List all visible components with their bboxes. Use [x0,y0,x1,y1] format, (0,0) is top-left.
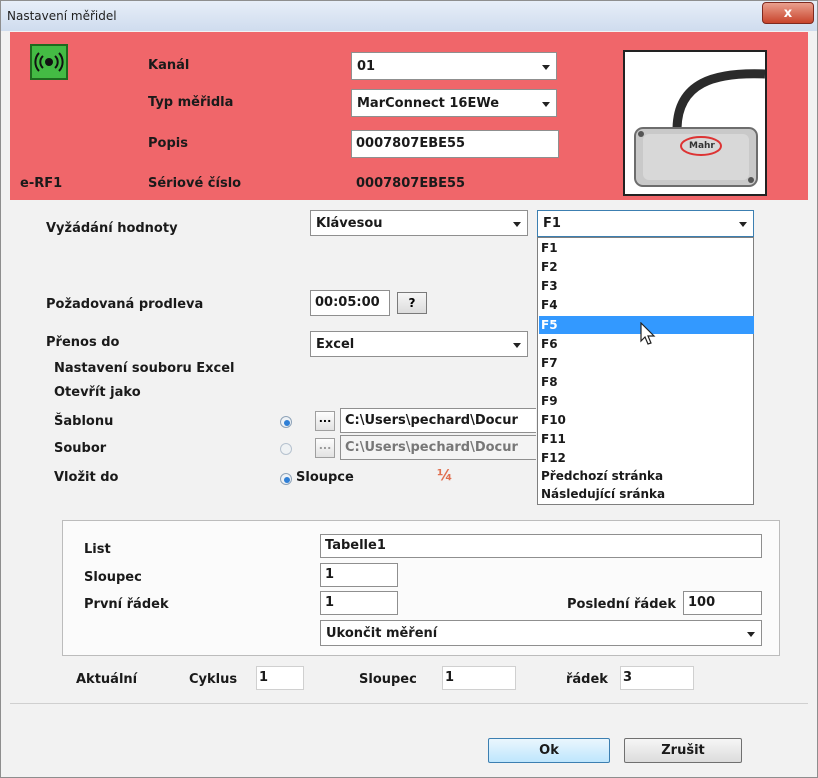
chevron-down-icon [513,343,521,348]
cycle-label: Cyklus [189,672,238,687]
image-brand-label: Mahr [689,141,715,151]
wireless-signal-icon [30,44,68,80]
sheet-value: Tabelle1 [325,538,386,553]
key-dropdown-list[interactable]: F1 F2 F3 F4 F5 F6 F7 F8 F9 F10 F11 F12 P… [537,237,754,505]
gauge-device-image [634,69,766,187]
insert-label: Vložit do [54,470,119,485]
current-label: Aktuální [76,672,138,687]
dropdown-option[interactable]: F2 [539,258,754,276]
sheet-input[interactable]: Tabelle1 [320,534,762,558]
current-column-input[interactable]: 1 [442,666,516,690]
request-key-select[interactable]: F1 [537,210,754,237]
request-mode-value: Klávesou [316,216,383,231]
device-code: e-RF1 [20,176,63,191]
mouse-cursor-icon [640,322,656,345]
dropdown-option[interactable]: F9 [539,392,754,410]
excel-section-title: Nastavení souboru Excel [54,361,235,376]
cancel-button[interactable]: Zrušit [624,738,742,763]
request-mode-select[interactable]: Klávesou [310,210,528,236]
open-as-label: Otevřít jako [54,385,141,400]
channel-value: 01 [357,59,376,74]
serial-label: Sériové číslo [148,176,242,191]
sheet-label: List [84,542,111,557]
file-path: C:\Users\pechard\Docur [345,440,518,455]
insert-columns-radio[interactable] [280,473,292,485]
first-row-label: První řádek [84,597,169,612]
gauge-picture: Mahr [623,50,767,196]
chevron-down-icon [747,632,755,637]
gauge-type-value: MarConnect 16EWe [357,96,500,111]
current-row-label: řádek [566,672,608,687]
request-label: Vyžádání hodnoty [46,221,178,236]
current-row-input[interactable]: 3 [620,666,694,690]
end-action-select[interactable]: Ukončit měření [320,620,762,646]
chevron-down-icon [513,222,521,227]
current-row-value: 3 [623,670,633,685]
divider [10,703,808,704]
gauge-type-select[interactable]: MarConnect 16EWe [351,89,557,117]
file-browse-button[interactable]: ... [315,438,335,458]
template-label: Šablonu [54,414,114,429]
file-path-input[interactable]: C:\Users\pechard\Docur [340,435,536,460]
description-input[interactable]: 0007807EBE55 [351,130,559,158]
serial-value: 0007807EBE55 [356,176,466,191]
current-column-label: Sloupec [359,672,417,687]
last-row-input[interactable]: 100 [683,591,762,615]
first-row-value: 1 [325,595,335,610]
chevron-down-icon [739,222,747,227]
delay-value: 00:05:00 [315,295,380,310]
column-label: Sloupec [84,570,142,585]
last-row-label: Poslední řádek [567,597,676,612]
channel-select[interactable]: 01 [351,52,557,80]
window-title: Nastavení měřidel [7,9,117,23]
file-label: Soubor [54,441,107,456]
first-row-input[interactable]: 1 [320,591,398,615]
close-button[interactable]: x [762,2,814,24]
dropdown-option[interactable]: F8 [539,373,754,391]
chevron-down-icon [542,102,550,107]
gauge-type-label: Typ měřidla [148,95,234,110]
dropdown-option[interactable]: Následující sránka [539,485,754,503]
channel-label: Kanál [148,58,190,73]
dropdown-option[interactable]: Předchozí stránka [539,467,754,485]
excel-icon: ¼ [437,466,453,484]
request-key-value: F1 [543,216,561,231]
title-bar: Nastavení měřidel x [1,1,817,31]
ok-button[interactable]: Ok [488,738,610,763]
dropdown-option[interactable]: F4 [539,296,754,314]
cycle-value: 1 [259,670,269,685]
dropdown-option[interactable]: F3 [539,277,754,295]
description-label: Popis [148,136,188,151]
dropdown-option[interactable]: F11 [539,430,754,448]
delay-help-button[interactable]: ? [397,292,427,314]
dropdown-option[interactable]: F12 [539,449,754,467]
template-path: C:\Users\pechard\Docur [345,413,518,428]
insert-columns-label: Sloupce [296,470,354,485]
dropdown-option[interactable]: F1 [539,239,754,257]
template-radio[interactable] [280,416,292,428]
current-column-value: 1 [445,670,455,685]
cycle-input[interactable]: 1 [256,666,304,690]
description-value: 0007807EBE55 [356,136,466,151]
transfer-value: Excel [316,337,355,352]
column-input[interactable]: 1 [320,563,398,587]
template-path-input[interactable]: C:\Users\pechard\Docur [340,408,536,433]
column-value: 1 [325,567,335,582]
delay-input[interactable]: 00:05:00 [310,290,390,316]
template-browse-button[interactable]: ... [315,411,335,431]
delay-label: Požadovaná prodleva [46,297,204,312]
transfer-label: Přenos do [46,335,120,350]
dropdown-option[interactable]: F10 [539,411,754,429]
end-action-value: Ukončit měření [326,626,438,641]
transfer-select[interactable]: Excel [310,331,528,357]
file-radio[interactable] [280,443,292,455]
chevron-down-icon [542,65,550,70]
dropdown-option[interactable]: F7 [539,354,754,372]
last-row-value: 100 [688,595,716,610]
